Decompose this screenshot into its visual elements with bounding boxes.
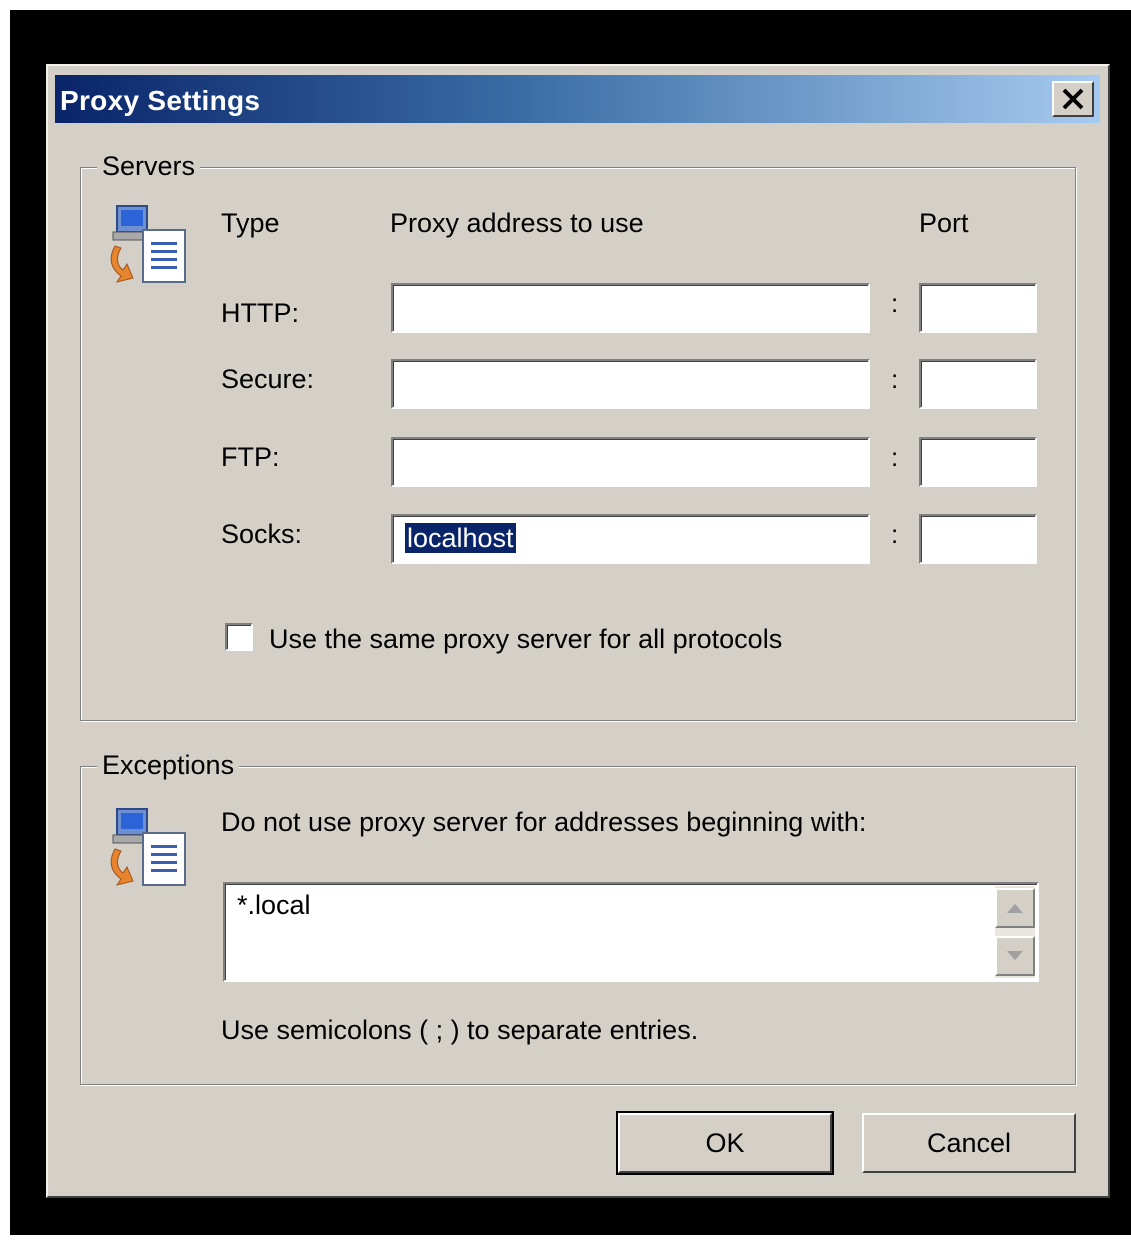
ftp-label: FTP: (221, 442, 280, 472)
secure-colon: : (891, 364, 899, 394)
ftp-port-input[interactable] (919, 437, 1037, 487)
http-colon: : (891, 288, 899, 318)
address-header: Proxy address to use (390, 208, 644, 238)
exceptions-group: Exceptions Do not use proxy server for a… (80, 750, 1076, 1085)
exceptions-scrollbar[interactable] (995, 886, 1035, 978)
close-button[interactable] (1052, 81, 1094, 117)
exceptions-textarea[interactable]: *.local (223, 882, 1039, 982)
socks-colon: : (891, 519, 899, 549)
socks-label: Socks: (221, 519, 303, 549)
close-icon (1062, 88, 1084, 110)
same-proxy-checkbox[interactable] (225, 623, 253, 651)
socks-port-input[interactable] (919, 514, 1037, 564)
network-computer-icon (103, 805, 193, 891)
title-bar[interactable]: Proxy Settings (55, 75, 1100, 123)
ftp-address-input[interactable] (391, 437, 870, 487)
exceptions-hint: Use semicolons ( ; ) to separate entries… (221, 1015, 699, 1045)
cancel-button[interactable]: Cancel (862, 1113, 1076, 1173)
type-header: Type (221, 208, 280, 238)
servers-group: Servers Type Proxy address to use Port H… (80, 151, 1076, 721)
proxy-settings-dialog: Proxy Settings Servers Type Proxy addres… (46, 64, 1110, 1198)
secure-address-input[interactable] (391, 359, 870, 409)
same-proxy-label[interactable]: Use the same proxy server for all protoc… (269, 624, 782, 655)
http-port-input[interactable] (919, 283, 1037, 333)
selected-text: localhost (405, 523, 516, 553)
scroll-up-button[interactable] (995, 888, 1035, 928)
scroll-down-button[interactable] (995, 936, 1035, 976)
http-address-input[interactable] (391, 283, 870, 333)
exceptions-instruction: Do not use proxy server for addresses be… (221, 807, 867, 837)
socks-address-input[interactable]: localhost (391, 514, 870, 564)
secure-port-input[interactable] (919, 359, 1037, 409)
arrow-up-icon (1007, 904, 1023, 913)
exceptions-legend: Exceptions (97, 750, 240, 781)
ok-button[interactable]: OK (616, 1111, 834, 1175)
http-label: HTTP: (221, 298, 299, 328)
network-computer-icon (103, 202, 193, 288)
dialog-title: Proxy Settings (60, 85, 261, 116)
secure-label: Secure: (221, 364, 315, 394)
ftp-colon: : (891, 442, 899, 472)
port-header: Port (919, 208, 969, 238)
arrow-down-icon (1007, 951, 1023, 960)
servers-legend: Servers (97, 151, 201, 182)
